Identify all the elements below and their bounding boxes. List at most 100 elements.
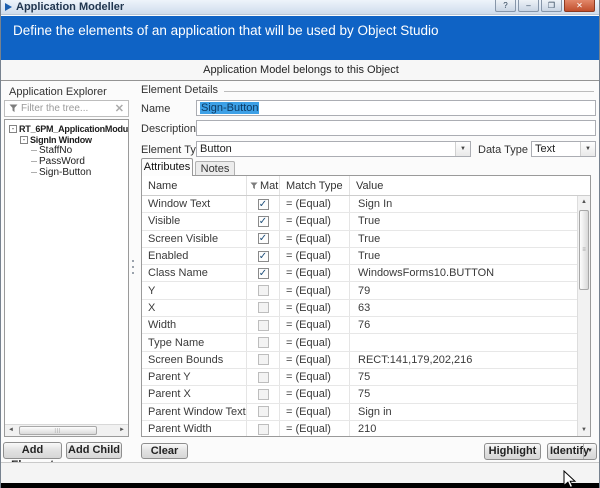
tree-filter-placeholder: Filter the tree... — [21, 103, 89, 114]
attributes-table-header: Name Mat... Match Type Value — [142, 176, 590, 196]
scroll-up-icon[interactable]: ▲ — [578, 196, 590, 208]
clear-button[interactable]: Clear — [141, 443, 188, 459]
table-row[interactable]: Parent Y = (Equal) 75 — [142, 368, 577, 387]
chevron-down-icon[interactable]: ▼ — [580, 142, 595, 156]
table-row[interactable]: Y = (Equal) 79 — [142, 282, 577, 300]
match-checkbox[interactable]: ✓ — [257, 267, 269, 279]
match-type-cell: = (Equal) — [280, 386, 350, 403]
tree-item[interactable]: - RT_6PM_ApplicationModuler — [5, 123, 128, 134]
chevron-down-icon[interactable]: ▼ — [455, 142, 470, 156]
description-input[interactable] — [196, 120, 596, 136]
value-cell: True — [358, 232, 381, 245]
tree-item-label: PassWord — [39, 156, 85, 167]
match-checkbox[interactable]: ✓ — [257, 198, 269, 210]
value-cell — [350, 334, 577, 350]
attribute-name-cell: Visible — [142, 213, 247, 230]
identify-button[interactable]: Identify ▼ — [547, 443, 597, 460]
scroll-down-icon[interactable]: ▼ — [578, 424, 590, 436]
attribute-name-cell: Y — [142, 282, 247, 299]
match-checkbox[interactable] — [257, 371, 269, 383]
column-header-value[interactable]: Value — [350, 176, 590, 195]
match-checkbox[interactable] — [257, 285, 269, 297]
column-header-match[interactable]: Mat... — [247, 176, 280, 195]
match-checkbox[interactable] — [257, 423, 269, 435]
attribute-name-cell: Screen Bounds — [142, 351, 247, 368]
element-details-header: Element Details — [141, 84, 594, 96]
application-modeller-window: Application Modeller ? – ❐ ✕ Define the … — [0, 0, 600, 488]
attribute-name-cell: Class Name — [142, 265, 247, 282]
data-type-label: Data Type — [478, 144, 528, 156]
match-checkbox-cell: ✓ — [247, 196, 280, 213]
minimize-button[interactable]: – — [518, 0, 539, 12]
match-checkbox-cell — [247, 334, 280, 351]
data-type-dropdown[interactable]: Text ▼ — [531, 141, 596, 157]
table-row[interactable]: Visible ✓ = (Equal) True — [142, 213, 577, 231]
attribute-name-cell: Enabled — [142, 247, 247, 265]
table-row[interactable]: Width = (Equal) 76 — [142, 317, 577, 335]
column-header-match-type[interactable]: Match Type — [280, 176, 350, 195]
help-button[interactable]: ? — [495, 0, 516, 12]
table-row[interactable]: Class Name ✓ = (Equal) WindowsForms10.BUTTO… — [142, 265, 577, 283]
table-row[interactable]: Window Text ✓ = (Equal) Sign In — [142, 196, 577, 214]
tab-attributes[interactable]: Attributes — [141, 158, 193, 176]
match-type-cell: = (Equal) — [280, 230, 350, 247]
table-row[interactable]: X = (Equal) 63 — [142, 299, 577, 318]
panel-splitter[interactable] — [131, 256, 135, 278]
match-checkbox-cell: ✓ — [247, 230, 280, 247]
tree-filter-input[interactable]: Filter the tree... ✕ — [4, 100, 129, 117]
match-checkbox[interactable] — [257, 406, 269, 418]
table-row[interactable]: Enabled ✓ = (Equal) True — [142, 247, 577, 266]
match-checkbox[interactable]: ✓ — [257, 250, 269, 262]
window-bottom-edge — [1, 483, 599, 488]
table-vertical-scrollbar[interactable]: ▲ ≡ ▼ — [577, 196, 590, 436]
table-row[interactable]: Parent Window Text = (Equal) Sign in — [142, 403, 577, 421]
match-checkbox-cell — [247, 420, 280, 436]
attribute-name-cell: Parent Width — [142, 420, 247, 436]
maximize-button[interactable]: ❐ — [541, 0, 562, 12]
name-input[interactable]: Sign-Button — [196, 100, 596, 116]
scrollbar-thumb[interactable]: ≡ — [579, 210, 589, 290]
add-child-button[interactable]: Add Child — [66, 442, 122, 459]
value-cell: 63 — [358, 301, 371, 314]
clear-filter-icon[interactable]: ✕ — [115, 102, 124, 115]
column-header-name[interactable]: Name — [142, 176, 247, 195]
tree-item[interactable]: - SignIn Window — [5, 134, 128, 145]
match-checkbox-cell — [247, 317, 280, 334]
close-button[interactable]: ✕ — [564, 0, 595, 12]
scrollbar-thumb[interactable]: ||| — [19, 426, 97, 435]
attribute-name-cell: Parent X — [142, 386, 247, 403]
match-checkbox[interactable]: ✓ — [257, 233, 269, 245]
table-row[interactable]: Screen Bounds = (Equal) RECT:141,179,202,2… — [142, 351, 577, 369]
tree-connector — [31, 161, 37, 162]
match-checkbox[interactable] — [257, 388, 269, 400]
collapse-icon[interactable]: - — [9, 124, 17, 133]
element-type-dropdown[interactable]: Button ▼ — [196, 141, 471, 157]
tree-horizontal-scrollbar[interactable]: ◄ ||| ► — [5, 424, 128, 436]
match-checkbox[interactable] — [257, 337, 269, 349]
match-checkbox[interactable]: ✓ — [257, 215, 269, 227]
add-element-button[interactable]: Add Element — [3, 442, 62, 471]
match-type-cell: = (Equal) — [280, 403, 350, 420]
tree-item[interactable]: Sign-Button — [5, 167, 128, 178]
match-checkbox[interactable] — [257, 302, 269, 314]
tree-item[interactable]: PassWord — [5, 156, 128, 167]
value-cell: Sign In — [358, 198, 393, 211]
tree-item[interactable]: StaffNo — [5, 145, 128, 156]
match-checkbox[interactable] — [257, 354, 269, 366]
scroll-right-icon[interactable]: ► — [116, 425, 128, 436]
table-row[interactable]: Screen Visible ✓ = (Equal) True — [142, 230, 577, 248]
chevron-down-icon[interactable]: ▼ — [583, 444, 596, 459]
scroll-left-icon[interactable]: ◄ — [5, 425, 17, 436]
tab-notes[interactable]: Notes — [195, 161, 235, 176]
match-type-cell: = (Equal) — [280, 282, 350, 299]
highlight-button[interactable]: Highlight — [484, 443, 541, 460]
app-icon — [5, 3, 12, 11]
table-row[interactable]: Type Name = (Equal) — [142, 334, 577, 352]
table-row[interactable]: Parent Width = (Equal) 210 — [142, 420, 577, 436]
match-checkbox[interactable] — [257, 319, 269, 331]
attribute-name-cell: Window Text — [142, 196, 247, 213]
collapse-icon[interactable]: - — [20, 135, 28, 144]
title-bar: Application Modeller ? – ❐ ✕ — [1, 0, 599, 15]
table-row[interactable]: Parent X = (Equal) 75 — [142, 386, 577, 404]
match-type-cell: = (Equal) — [280, 334, 350, 351]
